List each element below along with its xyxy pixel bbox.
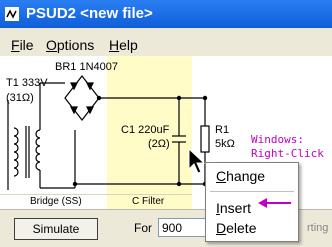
context-menu-delete-accel: D bbox=[216, 220, 227, 236]
app-icon bbox=[5, 7, 19, 21]
psud2-window: PSUD2 <new file> File Options Help BR1 1… bbox=[0, 0, 332, 247]
context-menu-insert-rest: nsert bbox=[219, 200, 252, 216]
menu-file-accel: F bbox=[11, 37, 20, 53]
bridge-section-bar[interactable]: Bridge (SS) bbox=[0, 194, 107, 210]
arrow-left-icon bbox=[258, 198, 291, 208]
bridge-section-label: Bridge (SS) bbox=[30, 196, 82, 207]
transformer-resistance: (31Ω) bbox=[6, 92, 34, 104]
context-menu-insert[interactable]: Insert bbox=[216, 200, 251, 216]
context-menu-change-accel: C bbox=[216, 168, 227, 184]
for-label: For bbox=[134, 221, 152, 235]
bridge-rectifier-symbol[interactable] bbox=[64, 75, 100, 121]
context-menu-change[interactable]: Change bbox=[216, 168, 265, 184]
title-bar: PSUD2 <new file> bbox=[0, 0, 332, 28]
menu-bar: File Options Help bbox=[0, 34, 332, 56]
context-menu-change-rest: hange bbox=[226, 168, 266, 184]
transformer-label: T1 333V bbox=[6, 77, 48, 89]
window-title: PSUD2 <new file> bbox=[26, 5, 153, 22]
menu-help[interactable]: Help bbox=[109, 37, 138, 53]
context-menu-delete-rest: elete bbox=[226, 220, 257, 236]
menu-help-rest: elp bbox=[119, 37, 138, 53]
menu-options-accel: O bbox=[46, 37, 57, 53]
menu-file[interactable]: File bbox=[11, 37, 34, 53]
context-menu-delete[interactable]: Delete bbox=[216, 220, 256, 236]
context-menu-separator bbox=[210, 191, 294, 192]
starting-delay-label: rting dela bbox=[307, 222, 332, 234]
resistor-name: R1 bbox=[215, 124, 230, 136]
for-input[interactable]: 900 bbox=[158, 218, 210, 237]
capacitor-label: C1 220uF bbox=[121, 124, 170, 136]
bridge-label: BR1 1N4007 bbox=[55, 61, 118, 73]
annotation-line-1: Windows: bbox=[251, 133, 304, 146]
resistor-value: 5kΩ bbox=[215, 138, 235, 150]
capacitor-symbol[interactable] bbox=[172, 135, 186, 143]
menu-help-accel: H bbox=[109, 37, 120, 53]
filter-section-bar[interactable]: C Filter bbox=[107, 194, 192, 210]
menu-file-rest: ile bbox=[19, 37, 34, 53]
filter-section-label: C Filter bbox=[132, 196, 165, 207]
menu-options-rest: ptions bbox=[56, 37, 95, 53]
capacitor-resistance: (2Ω) bbox=[148, 138, 170, 150]
menu-options[interactable]: Options bbox=[46, 37, 94, 53]
simulate-button[interactable]: Simulate bbox=[14, 218, 98, 240]
mouse-pointer-icon bbox=[188, 148, 206, 174]
annotation-line-2: Right-Click bbox=[251, 147, 324, 160]
